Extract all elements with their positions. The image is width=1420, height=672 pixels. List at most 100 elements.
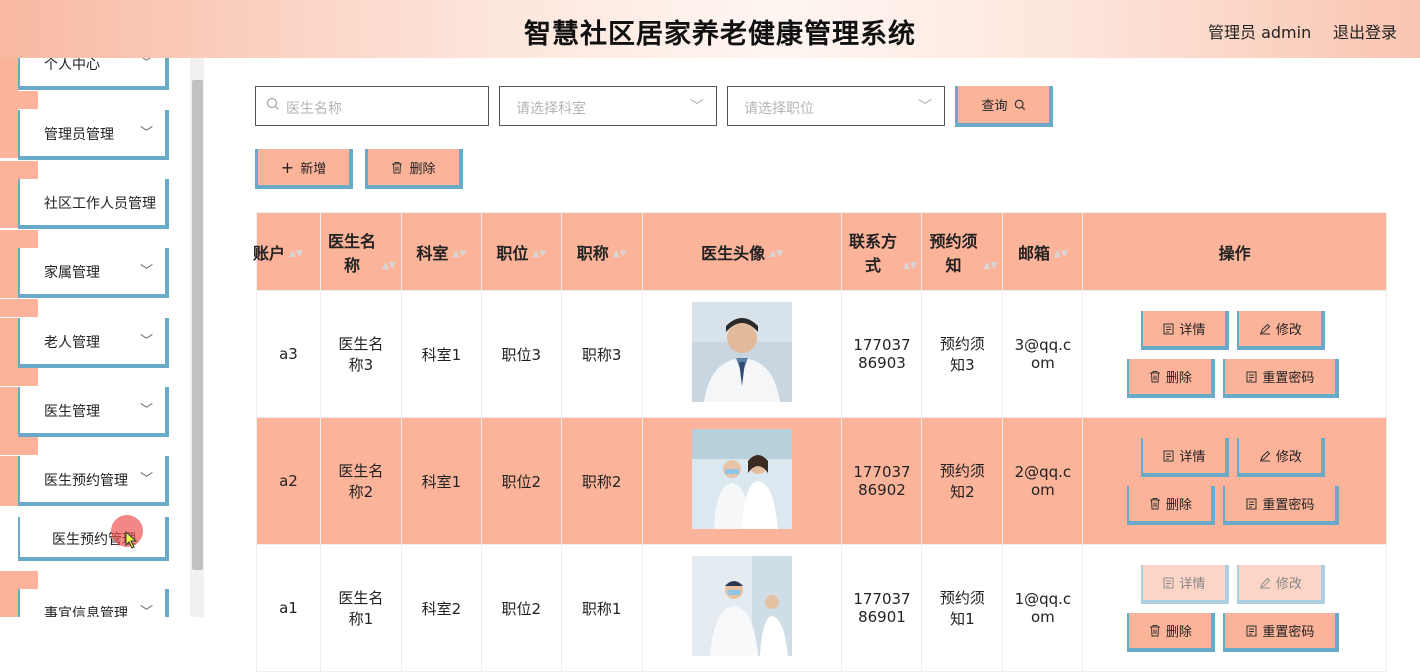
column-header-position[interactable]: 职位 ▲▼ [480, 212, 562, 291]
sidebar-item-affairs-management[interactable]: 事宜信息管理 ﹀ [18, 589, 169, 617]
delete-button[interactable]: 删除 [1127, 359, 1216, 398]
detail-button[interactable]: 详情 [1141, 565, 1230, 604]
position-select[interactable]: 请选择职位 ﹀ [727, 86, 945, 126]
column-header-actions: 操作 [1082, 212, 1387, 291]
cell-name: 医生名称1 [319, 544, 402, 672]
search-icon [266, 97, 279, 110]
bulk-delete-button[interactable]: 删除 [365, 149, 463, 189]
sidebar: 个人中心 ﹀ 管理员管理 ﹀ 社区工作人员管理 家属管理 ﹀ 老人管理 ﹀ 医生… [0, 58, 190, 617]
document-icon [1163, 323, 1174, 334]
delete-button-label: 删除 [1165, 625, 1192, 640]
sidebar-item-personal-center[interactable]: 个人中心 ﹀ [18, 58, 169, 90]
table-row: a2 医生名称2 科室1 职位2 职称2 17703786902 预约须知2 2… [256, 417, 1387, 545]
current-user: 管理员 admin [1208, 23, 1312, 42]
query-button[interactable]: 查询 [955, 86, 1053, 127]
cell-phone: 17703786901 [841, 544, 923, 672]
column-header-account[interactable]: 账户 ▲▼ [253, 212, 321, 291]
cell-title: 职称1 [560, 544, 643, 672]
cell-phone: 17703786903 [841, 290, 923, 418]
trash-icon [392, 161, 403, 173]
search-icon [1014, 99, 1025, 110]
cell-title: 职称3 [560, 290, 643, 418]
reset-password-button-label: 重置密码 [1262, 371, 1315, 386]
sidebar-decor [0, 456, 18, 506]
query-button-label: 查询 [981, 99, 1008, 114]
document-icon [1246, 371, 1257, 382]
chevron-down-icon: ﹀ [139, 334, 153, 349]
sidebar-scroll-thumb[interactable] [192, 80, 203, 570]
trash-icon [1149, 498, 1160, 510]
department-placeholder: 请选择科室 [516, 101, 586, 117]
cursor-hand-icon [125, 531, 138, 549]
column-header-notice[interactable]: 预约须知 ▲▼ [921, 212, 1004, 291]
sidebar-item-label: 医生预约管理 [44, 473, 128, 489]
sidebar-item-appointment-management[interactable]: 医生预约管理 ﹀ [18, 456, 169, 506]
column-header-department[interactable]: 科室 ▲▼ [400, 212, 482, 291]
edit-button[interactable]: 修改 [1237, 438, 1326, 477]
cell-email: 3@qq.com [1002, 290, 1084, 418]
cell-email: 2@qq.com [1002, 417, 1084, 545]
edit-icon [1259, 450, 1271, 461]
cell-phone: 17703786902 [841, 417, 923, 545]
sidebar-item-label: 老人管理 [44, 335, 100, 351]
top-header: 智慧社区居家养老健康管理系统 管理员 admin 退出登录 [0, 0, 1420, 58]
chevron-down-icon: ﹀ [139, 403, 153, 418]
reset-password-button[interactable]: 重置密码 [1223, 486, 1340, 525]
cell-notice: 预约须知3 [921, 290, 1004, 418]
chevron-down-icon: ﹀ [139, 472, 153, 487]
edit-button[interactable]: 修改 [1237, 311, 1326, 350]
doctor-avatar[interactable] [692, 302, 793, 402]
sidebar-item-label: 事宜信息管理 [44, 606, 128, 617]
detail-button-label: 详情 [1179, 577, 1206, 592]
search-placeholder: 医生名称 [286, 101, 342, 117]
doctor-avatar[interactable] [692, 556, 793, 656]
column-header-avatar[interactable]: 医生头像 ▲▼ [641, 212, 843, 291]
sidebar-item-doctor-management[interactable]: 医生管理 ﹀ [18, 387, 169, 437]
sidebar-item-admin-management[interactable]: 管理员管理 ﹀ [18, 110, 169, 160]
sidebar-item-staff-management[interactable]: 社区工作人员管理 [18, 179, 169, 229]
chevron-down-icon: ﹀ [139, 58, 153, 71]
sidebar-item-label: 社区工作人员管理 [44, 196, 156, 212]
column-header-name[interactable]: 医生名称 ▲▼ [319, 212, 402, 291]
document-icon [1163, 577, 1174, 588]
reset-password-button[interactable]: 重置密码 [1223, 359, 1340, 398]
column-header-title[interactable]: 职称 ▲▼ [560, 212, 643, 291]
delete-button[interactable]: 删除 [1127, 613, 1216, 652]
detail-button-label: 详情 [1179, 450, 1206, 465]
detail-button[interactable]: 详情 [1141, 438, 1230, 477]
sidebar-item-elderly-management[interactable]: 老人管理 ﹀ [18, 318, 169, 368]
sidebar-subitem-appointment-management[interactable]: 医生预约管理 [18, 517, 169, 561]
chevron-down-icon: ﹀ [139, 605, 153, 617]
doctor-avatar[interactable] [692, 429, 793, 529]
app-title: 智慧社区居家养老健康管理系统 [524, 19, 916, 50]
reset-password-button-label: 重置密码 [1262, 498, 1315, 513]
department-select[interactable]: 请选择科室 ﹀ [499, 86, 717, 126]
column-header-email[interactable]: 邮箱 ▲▼ [1002, 212, 1084, 291]
cell-account: a3 [256, 290, 321, 418]
delete-button-label: 删除 [1165, 498, 1192, 513]
logout-link[interactable]: 退出登录 [1333, 19, 1397, 43]
add-button[interactable]: + 新增 [255, 149, 353, 189]
reset-password-button[interactable]: 重置密码 [1223, 613, 1340, 652]
position-placeholder: 请选择职位 [744, 101, 814, 117]
doctor-name-search-input[interactable]: 医生名称 [255, 86, 489, 126]
cell-name: 医生名称3 [319, 290, 402, 418]
delete-button-label: 删除 [409, 161, 436, 177]
sidebar-decor [0, 437, 38, 455]
delete-button[interactable]: 删除 [1127, 486, 1216, 525]
edit-button-label: 修改 [1275, 577, 1302, 592]
sidebar-decor [0, 178, 18, 228]
chevron-down-icon: ﹀ [918, 99, 932, 115]
edit-button-label: 修改 [1275, 450, 1302, 465]
chevron-down-icon: ﹀ [139, 264, 153, 279]
sidebar-decor [0, 589, 18, 617]
column-header-phone[interactable]: 联系方式 ▲▼ [841, 212, 923, 291]
sidebar-decor [0, 161, 38, 179]
sidebar-decor [0, 108, 18, 158]
trash-icon [1149, 625, 1160, 637]
sidebar-item-family-management[interactable]: 家属管理 ﹀ [18, 248, 169, 298]
detail-button[interactable]: 详情 [1141, 311, 1230, 350]
document-icon [1246, 625, 1257, 636]
edit-button[interactable]: 修改 [1237, 565, 1326, 604]
cell-department: 科室1 [400, 290, 482, 418]
